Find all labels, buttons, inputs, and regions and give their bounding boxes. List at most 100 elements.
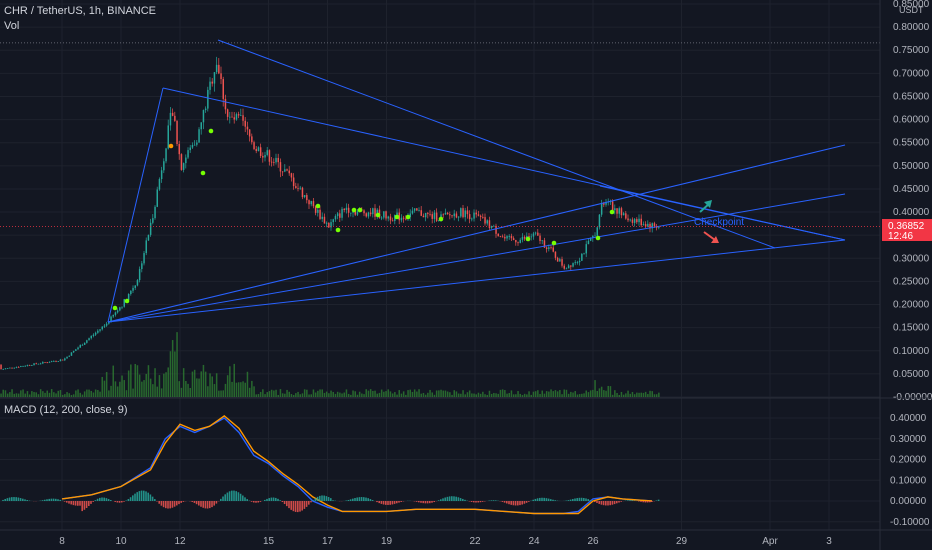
x-tick-label: 19 bbox=[381, 536, 393, 547]
macd-histogram-bar bbox=[277, 498, 279, 501]
candle-body bbox=[411, 210, 414, 214]
macd-histogram-bar bbox=[195, 501, 198, 505]
macd-histogram-bar bbox=[68, 501, 70, 504]
candle-body bbox=[90, 335, 92, 339]
candle-body bbox=[345, 207, 348, 211]
candle-body bbox=[86, 340, 88, 343]
macd-histogram-bar bbox=[464, 499, 466, 501]
volume-bar bbox=[466, 392, 469, 397]
bar-countdown: 12:46 bbox=[888, 231, 913, 242]
candle-body bbox=[270, 161, 273, 163]
macd-histogram-bar bbox=[147, 492, 149, 501]
candle-body bbox=[13, 367, 15, 369]
candle-body bbox=[629, 219, 631, 221]
macd-histogram-bar bbox=[105, 498, 108, 501]
volume-bar bbox=[306, 389, 308, 397]
volume-bar bbox=[636, 392, 638, 397]
candle-body bbox=[211, 81, 213, 84]
macd-histogram-bar bbox=[246, 499, 248, 501]
volume-bar bbox=[13, 393, 15, 397]
macd-histogram-bar bbox=[446, 496, 449, 501]
volume-bar bbox=[372, 390, 374, 397]
volume-bar bbox=[127, 370, 130, 397]
macd-histogram-bar bbox=[116, 501, 119, 503]
volume-bar bbox=[123, 380, 125, 397]
volume-bar bbox=[389, 391, 392, 397]
y-tick-label: 0.60000 bbox=[893, 115, 930, 126]
candle-body bbox=[405, 218, 407, 220]
volume-bar bbox=[270, 389, 273, 397]
volume-bar bbox=[200, 371, 202, 397]
macd-histogram-bar bbox=[272, 497, 275, 501]
candle-body bbox=[222, 79, 224, 99]
volume-bar bbox=[556, 391, 559, 397]
volume-bar bbox=[383, 391, 385, 397]
candle-body bbox=[328, 222, 330, 228]
volume-bar bbox=[68, 393, 70, 397]
y-tick-label: 0.50000 bbox=[893, 161, 930, 172]
macd-histogram-bar bbox=[11, 497, 13, 501]
candle-body bbox=[519, 239, 521, 243]
macd-histogram-bar bbox=[15, 497, 17, 501]
signal-dot bbox=[609, 209, 615, 215]
volume-bar bbox=[121, 375, 123, 397]
volume-bar bbox=[88, 389, 90, 397]
macd-histogram-bar bbox=[140, 490, 143, 501]
signal-dot bbox=[315, 203, 321, 209]
macd-histogram-bar bbox=[44, 499, 46, 501]
volume-bar bbox=[563, 389, 565, 397]
volume-bar bbox=[444, 390, 447, 397]
candle-body bbox=[220, 73, 222, 80]
macd-histogram-bar bbox=[19, 498, 22, 501]
candle-body bbox=[33, 363, 35, 366]
candle-body bbox=[28, 364, 31, 366]
candle-body bbox=[187, 150, 189, 158]
macd-histogram-bar bbox=[495, 500, 497, 501]
macd-histogram-bar bbox=[110, 499, 112, 501]
macd-histogram-bar bbox=[523, 501, 526, 504]
candle-body bbox=[460, 208, 462, 217]
candle-body bbox=[493, 225, 495, 227]
volume-bar bbox=[59, 390, 62, 397]
volume-bar bbox=[336, 391, 339, 397]
macd-histogram-bar bbox=[580, 497, 583, 501]
volume-bar bbox=[622, 394, 625, 397]
candle-body bbox=[532, 233, 535, 237]
chart-canvas[interactable]: 0.850000.800000.750000.700000.650000.600… bbox=[0, 0, 932, 550]
volume-bar bbox=[218, 390, 220, 397]
signal-dot bbox=[335, 227, 341, 233]
candle-body bbox=[77, 347, 79, 350]
candle-body bbox=[66, 356, 68, 359]
candle-body bbox=[396, 212, 398, 215]
volume-bar bbox=[545, 391, 548, 397]
volume-bar bbox=[6, 393, 9, 397]
macd-histogram-bar bbox=[99, 497, 101, 501]
macd-histogram-bar bbox=[457, 497, 460, 501]
macd-histogram-bar bbox=[77, 501, 79, 506]
volume-bar bbox=[614, 390, 616, 397]
volume-bar bbox=[528, 391, 530, 397]
volume-bar bbox=[385, 391, 387, 397]
volume-bar bbox=[433, 394, 436, 397]
volume-bar bbox=[108, 390, 110, 397]
candle-body bbox=[213, 72, 216, 84]
signal-dot bbox=[551, 240, 557, 246]
y-tick-label: 0.20000 bbox=[893, 300, 930, 311]
volume-bar bbox=[114, 381, 117, 397]
macd-histogram-bar bbox=[459, 498, 462, 501]
macd-histogram-bar bbox=[226, 492, 229, 501]
volume-bar bbox=[407, 390, 409, 397]
macd-histogram-bar bbox=[107, 498, 110, 501]
macd-histogram-bar bbox=[462, 498, 464, 501]
volume-bar bbox=[363, 394, 365, 397]
volume-bar bbox=[72, 394, 75, 397]
symbol-title: CHR / TetherUS, 1h, BINANCE bbox=[4, 5, 157, 17]
volume-bar bbox=[594, 380, 596, 397]
macd-histogram-bar bbox=[237, 492, 240, 501]
signal-dot bbox=[112, 305, 118, 311]
volume-bar bbox=[178, 381, 180, 397]
volume-bar bbox=[259, 391, 262, 397]
macd-histogram-bar bbox=[521, 501, 523, 505]
macd-histogram-bar bbox=[143, 490, 145, 501]
macd-histogram-bar bbox=[448, 496, 451, 501]
